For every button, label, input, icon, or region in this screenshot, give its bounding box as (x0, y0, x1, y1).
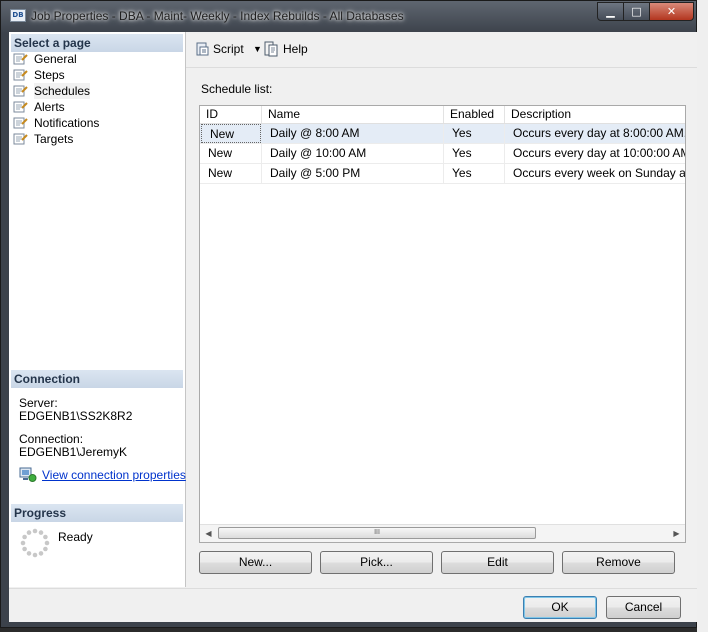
page-icon (13, 117, 28, 129)
progress-spinner-icon (20, 528, 50, 558)
window-title: Job Properties - DBA - Maint- Weekly - I… (31, 9, 404, 23)
script-label: Script (213, 42, 244, 56)
cell-name[interactable]: Daily @ 5:00 PM (262, 164, 444, 183)
cell-name[interactable]: Daily @ 10:00 AM (262, 144, 444, 163)
cell-description[interactable]: Occurs every day at 8:00:00 AM. Sch (505, 124, 685, 143)
dialog-footer: OK Cancel (9, 588, 697, 622)
page-icon (13, 85, 28, 97)
page-item-label: Alerts (34, 100, 65, 114)
cell-id[interactable]: New (200, 144, 262, 163)
ok-button[interactable]: OK (523, 596, 597, 619)
connection-properties-icon (19, 467, 37, 482)
edit-schedule-button[interactable]: Edit (441, 551, 554, 574)
cell-description[interactable]: Occurs every week on Sunday at 5:0 (505, 164, 685, 183)
table-row[interactable]: New Daily @ 5:00 PM Yes Occurs every wee… (200, 164, 685, 184)
horizontal-scrollbar[interactable]: ◀ III ▶ (200, 524, 685, 542)
dialog-client-area: Select a page General Steps Schedules Al… (9, 32, 697, 622)
left-panel: Select a page General Steps Schedules Al… (9, 32, 186, 587)
page-item-label: Notifications (34, 116, 100, 130)
help-label: Help (283, 42, 308, 56)
help-button[interactable]: Help (263, 41, 313, 57)
toolbar: Script ▼ Help (186, 32, 697, 68)
connection-value: EDGENB1\JeremyK (19, 445, 128, 459)
column-header-id[interactable]: ID (200, 106, 262, 123)
scrollbar-thumb[interactable]: III (218, 527, 536, 539)
scroll-left-icon[interactable]: ◀ (200, 525, 217, 542)
schedule-grid[interactable]: ID Name Enabled Description New Daily @ … (199, 105, 686, 543)
view-connection-properties-link[interactable]: View connection properties (42, 468, 186, 482)
server-value: EDGENB1\SS2K8R2 (19, 409, 133, 423)
page-item-label: Schedules (34, 83, 91, 99)
progress-header: Progress (11, 504, 183, 522)
cell-description[interactable]: Occurs every day at 10:00:00 AM. Sc (505, 144, 685, 163)
page-item-label: Steps (34, 68, 65, 82)
page-icon (13, 101, 28, 113)
column-header-description[interactable]: Description (505, 106, 685, 123)
script-button[interactable]: Script ▼ (194, 41, 269, 57)
cell-name[interactable]: Daily @ 8:00 AM (262, 124, 444, 143)
close-button[interactable]: ✕ (649, 2, 694, 21)
cancel-button[interactable]: Cancel (606, 596, 681, 619)
schedule-list-label: Schedule list: (201, 82, 273, 96)
connection-label: Connection: (19, 432, 84, 446)
job-properties-window: DB Job Properties - DBA - Maint- Weekly … (0, 0, 697, 628)
progress-status: Ready (58, 530, 93, 544)
title-bar[interactable]: DB Job Properties - DBA - Maint- Weekly … (1, 1, 698, 32)
remove-schedule-button[interactable]: Remove (562, 551, 675, 574)
page-icon (13, 69, 28, 81)
cell-enabled[interactable]: Yes (444, 164, 505, 183)
help-icon (264, 41, 278, 57)
table-row[interactable]: New Daily @ 8:00 AM Yes Occurs every day… (200, 124, 685, 144)
select-page-header: Select a page (11, 34, 183, 52)
scroll-right-icon[interactable]: ▶ (668, 525, 685, 542)
page-item-label: General (34, 52, 77, 66)
new-schedule-button[interactable]: New... (199, 551, 312, 574)
sql-job-icon: DB (10, 9, 26, 22)
page-icon (13, 133, 28, 145)
column-header-name[interactable]: Name (262, 106, 444, 123)
pick-schedule-button[interactable]: Pick... (320, 551, 433, 574)
script-icon (196, 42, 209, 56)
page-icon (13, 53, 28, 65)
schedules-pane: Schedule list: ID Name Enabled Descripti… (186, 68, 697, 587)
connection-header: Connection (11, 370, 183, 388)
column-header-enabled[interactable]: Enabled (444, 106, 505, 123)
chevron-down-icon[interactable]: ▼ (253, 41, 262, 57)
cell-enabled[interactable]: Yes (444, 144, 505, 163)
cell-id[interactable]: New (200, 164, 262, 183)
server-label: Server: (19, 396, 58, 410)
maximize-button[interactable]: □ (623, 2, 650, 21)
grid-header: ID Name Enabled Description (200, 106, 685, 124)
table-row[interactable]: New Daily @ 10:00 AM Yes Occurs every da… (200, 144, 685, 164)
cell-enabled[interactable]: Yes (444, 124, 505, 143)
background-window-edge (697, 0, 708, 632)
minimize-button[interactable]: ▁ (597, 2, 624, 21)
page-item-label: Targets (34, 132, 74, 146)
cell-id[interactable]: New (201, 124, 261, 143)
